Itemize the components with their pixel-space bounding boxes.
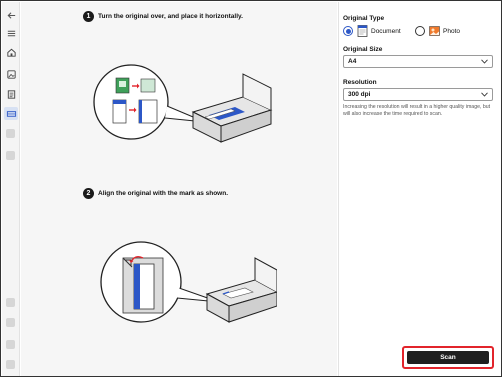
scan-window: 1 Turn the original over, and place it h…	[0, 0, 502, 377]
original-size-select[interactable]: A4	[343, 55, 493, 68]
resolution-note: Increasing the resolution will result in…	[343, 104, 491, 117]
align-original-illustration	[100, 241, 277, 323]
sidebar	[2, 2, 20, 376]
photo-print-icon[interactable]	[5, 68, 17, 80]
menu-icon[interactable]	[5, 27, 17, 39]
resolution-select[interactable]: 300 dpi	[343, 88, 493, 101]
option-label: Document	[371, 27, 401, 35]
step-2: 2 Align the original with the mark as sh…	[83, 188, 228, 199]
select-value: 300 dpi	[348, 91, 371, 98]
instruction-panel: 1 Turn the original over, and place it h…	[21, 2, 337, 376]
settings-panel: Original Type Document Photo Original Si…	[338, 2, 501, 376]
step-1: 1 Turn the original over, and place it h…	[83, 11, 243, 22]
step-number: 1	[83, 11, 94, 22]
select-value: A4	[348, 58, 357, 65]
placeholder-icon[interactable]	[6, 340, 15, 349]
placeholder-icon[interactable]	[6, 360, 15, 369]
scan-highlight: Scan	[402, 346, 494, 369]
home-icon[interactable]	[5, 46, 17, 58]
step-number: 2	[83, 188, 94, 199]
original-size-label: Original Size	[343, 46, 383, 53]
step-text: Align the original with the mark as show…	[98, 190, 229, 197]
placeholder-icon[interactable]	[6, 151, 15, 160]
radio-button[interactable]	[343, 26, 353, 36]
radio-document[interactable]: Document	[343, 25, 401, 37]
placeholder-icon[interactable]	[6, 298, 15, 307]
radio-photo[interactable]: Photo	[415, 25, 460, 37]
scan-icon[interactable]	[4, 107, 18, 120]
chevron-down-icon	[481, 59, 488, 64]
option-label: Photo	[443, 27, 460, 35]
placeholder-icon[interactable]	[6, 129, 15, 138]
back-arrow-icon[interactable]	[5, 9, 17, 21]
scan-button[interactable]: Scan	[407, 351, 489, 364]
document-icon[interactable]	[5, 88, 17, 100]
place-original-illustration	[93, 64, 273, 143]
radio-button[interactable]	[415, 26, 425, 36]
resolution-label: Resolution	[343, 79, 377, 86]
original-type-label: Original Type	[343, 15, 385, 22]
photo-icon	[429, 25, 440, 37]
step-text: Turn the original over, and place it hor…	[98, 13, 243, 20]
placeholder-icon[interactable]	[6, 318, 15, 327]
document-icon	[357, 25, 368, 37]
chevron-down-icon	[481, 92, 488, 97]
